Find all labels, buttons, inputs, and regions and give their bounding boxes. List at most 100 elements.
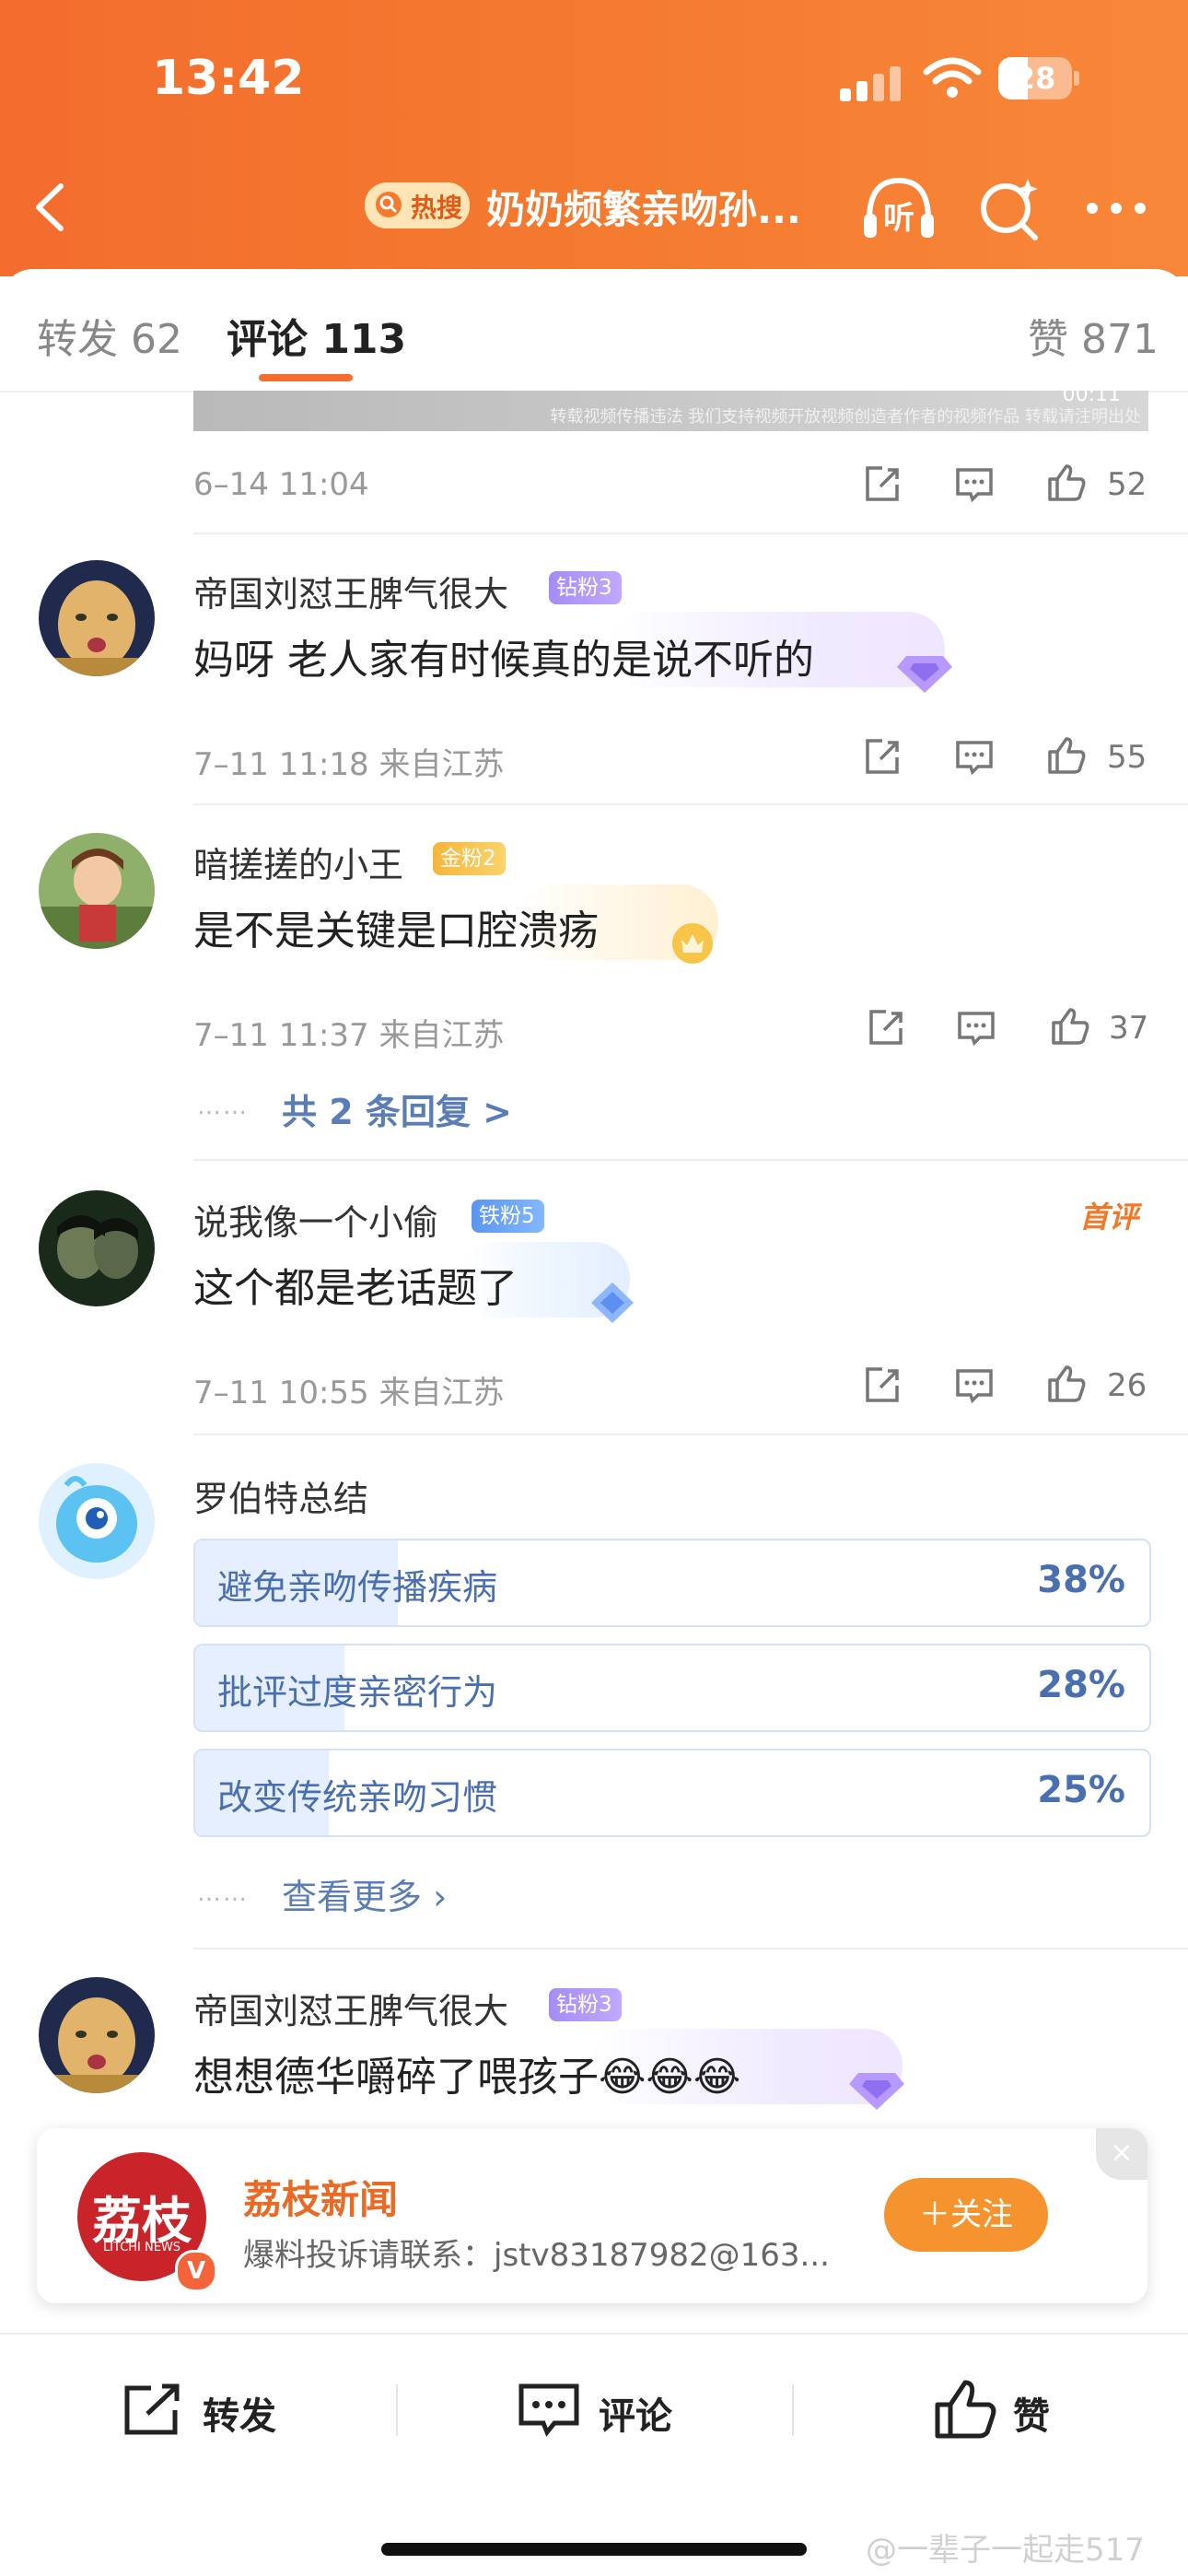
hot-search-badge[interactable]: 热搜: [365, 182, 470, 228]
poll-option-label: 批评过度亲密行为: [217, 1672, 498, 1713]
like-count: 37: [1109, 1010, 1149, 1047]
like-count: 55: [1107, 739, 1147, 776]
first-comment-tag: 首评: [1079, 1200, 1139, 1235]
avatar[interactable]: [39, 1463, 155, 1579]
fan-badge: 金粉2: [433, 842, 506, 875]
tab-repost[interactable]: 转发 62: [37, 306, 182, 365]
back-icon[interactable]: [28, 175, 74, 240]
poll-option[interactable]: 批评过度亲密行为 28%: [193, 1644, 1151, 1732]
share-icon[interactable]: [862, 737, 903, 778]
poll-option-label: 避免亲吻传播疾病: [217, 1567, 498, 1608]
username[interactable]: 帝国刘怼王脾气很大: [193, 1983, 508, 2033]
video-caption: 转载视频传播违法 我们支持视频开放视频创造者作者的视频作品 转载请注明出处: [550, 407, 1141, 427]
listen-icon[interactable]: 听: [860, 171, 938, 249]
comment-text: 这个都是老话题了: [193, 1265, 518, 1312]
comment-icon[interactable]: [954, 1365, 995, 1406]
wifi-icon: [923, 57, 982, 98]
battery-indicator: 28: [998, 57, 1081, 100]
poll-author[interactable]: 罗伯特总结: [193, 1470, 368, 1521]
share-icon[interactable]: [862, 1365, 903, 1406]
divider: [193, 533, 1188, 534]
view-more-link[interactable]: 查看更多 ›: [282, 1868, 447, 1919]
poll-option[interactable]: 避免亲吻传播疾病 38%: [193, 1539, 1151, 1627]
share-icon[interactable]: [866, 1008, 906, 1048]
repost-button[interactable]: 转发: [203, 2386, 276, 2440]
verified-badge: V: [175, 2250, 217, 2292]
search-icon: [376, 192, 402, 217]
comment-icon[interactable]: [954, 737, 995, 778]
like-count: 26: [1107, 1367, 1147, 1404]
fan-badge: 钻粉3: [549, 1988, 622, 2021]
divider: [193, 1434, 1188, 1435]
like-icon[interactable]: [1046, 1364, 1087, 1404]
like-icon[interactable]: [1046, 735, 1087, 776]
like-button[interactable]: 赞: [1013, 2386, 1050, 2440]
diamond-icon: [849, 2073, 904, 2110]
comment-button[interactable]: 评论: [599, 2386, 672, 2440]
poll-option-percent: 38%: [1037, 1559, 1125, 1601]
smart-search-icon[interactable]: [974, 173, 1044, 247]
divider: [193, 1948, 1188, 1950]
fan-badge: 钻粉3: [549, 571, 622, 604]
username[interactable]: 帝国刘怼王脾气很大: [193, 566, 508, 616]
username[interactable]: 暗搓搓的小王: [193, 837, 403, 887]
avatar[interactable]: [39, 1977, 155, 2093]
tab-comments[interactable]: 评论 113: [227, 306, 406, 365]
hot-badge-label: 热搜: [411, 193, 463, 223]
comment-meta: 7–11 10:55 来自江苏: [193, 1375, 505, 1411]
divider: [792, 2384, 794, 2436]
divider: [193, 1159, 1188, 1161]
crown-gem-icon: [672, 923, 713, 964]
tab-indicator: [259, 374, 353, 381]
battery-level: 28: [1014, 61, 1056, 96]
comment-meta: 7–11 11:18 来自江苏: [193, 746, 505, 783]
more-icon[interactable]: [1085, 197, 1147, 219]
like-icon[interactable]: [1050, 1006, 1090, 1047]
home-indicator: [381, 2543, 807, 2556]
more-dots: ……: [197, 1879, 249, 1907]
video-duration: 00:11: [1062, 383, 1121, 406]
svg-text:听: 听: [883, 200, 914, 237]
poll-option-label: 改变传统亲吻习惯: [217, 1777, 498, 1818]
avatar-image: [39, 560, 155, 676]
signal-icon: [840, 64, 906, 101]
status-time: 13:42: [152, 51, 305, 106]
divider: [0, 2333, 1188, 2335]
comment-text: 妈呀 老人家有时候真的是说不听的: [193, 637, 814, 684]
avatar[interactable]: [39, 1190, 155, 1306]
poll-option-percent: 25%: [1037, 1769, 1125, 1811]
tab-likes[interactable]: 赞 871: [1028, 306, 1159, 365]
close-card-button[interactable]: ×: [1096, 2128, 1147, 2180]
view-replies-link[interactable]: 共 2 条回复 >: [282, 1083, 512, 1134]
comment-icon[interactable]: [518, 2383, 580, 2438]
like-icon[interactable]: [934, 2379, 998, 2440]
page-title: 奶奶频繁亲吻孙...: [486, 187, 801, 232]
like-icon[interactable]: [1046, 463, 1087, 503]
replies-dots: ……: [197, 1093, 249, 1120]
comment-icon[interactable]: [956, 1008, 996, 1048]
diamond-icon: [897, 656, 952, 693]
divider: [193, 803, 1188, 805]
news-account-name[interactable]: 荔枝新闻: [243, 2169, 398, 2225]
comment-text: 是不是关键是口腔溃疡: [193, 907, 599, 954]
share-icon[interactable]: [862, 464, 903, 505]
video-thumbnail[interactable]: 转载视频传播违法 我们支持视频开放视频创造者作者的视频作品 转载请注明出处 00…: [193, 383, 1148, 431]
news-account-desc: 爆料投诉请联系：jstv83187982@163...: [243, 2237, 830, 2274]
repost-icon[interactable]: [122, 2383, 184, 2438]
comment-text: 想想德华嚼碎了喂孩子😂😂😂: [193, 2054, 741, 2101]
avatar-image: [39, 1463, 155, 1579]
avatar-image: [39, 833, 155, 949]
comment-icon[interactable]: [954, 464, 995, 505]
divider: [396, 2384, 398, 2436]
poll-option-percent: 28%: [1037, 1664, 1125, 1706]
avatar[interactable]: [39, 833, 155, 949]
like-count: 52: [1107, 466, 1147, 503]
follow-button[interactable]: ＋关注: [884, 2178, 1048, 2252]
comment-meta: 6–14 11:04: [193, 466, 369, 503]
comment-meta: 7–11 11:37 来自江苏: [193, 1017, 505, 1054]
fan-badge: 铁粉5: [472, 1200, 544, 1233]
username[interactable]: 说我像一个小偷: [193, 1194, 438, 1245]
avatar[interactable]: [39, 560, 155, 676]
avatar-image: [39, 1190, 155, 1306]
poll-option[interactable]: 改变传统亲吻习惯 25%: [193, 1749, 1151, 1837]
